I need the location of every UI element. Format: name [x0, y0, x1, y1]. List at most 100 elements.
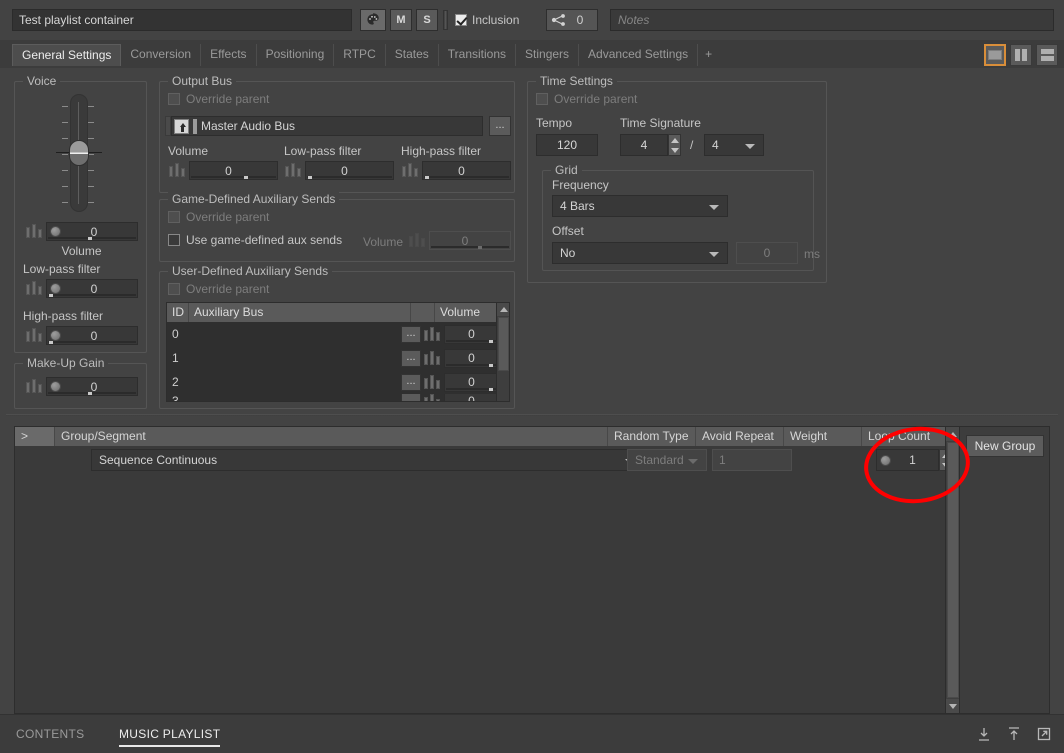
loop-count-field[interactable]: 1	[876, 449, 952, 471]
output-bus-highpass-box[interactable]: 0	[422, 161, 511, 180]
knob-icon[interactable]	[50, 283, 61, 294]
scrollbar-thumb[interactable]	[498, 317, 509, 371]
output-bus-volume-box[interactable]: 0	[189, 161, 278, 180]
mute-button[interactable]: M	[390, 9, 412, 31]
playlist-col-expand[interactable]: >	[15, 427, 55, 446]
loop-count-box[interactable]: 1	[876, 449, 939, 471]
voice-lowpass-box[interactable]: 0	[46, 279, 138, 298]
stepper-up-icon[interactable]	[669, 135, 680, 145]
output-bus-browse-button[interactable]: ...	[489, 116, 511, 136]
output-bus-override-checkbox[interactable]: Override parent	[168, 92, 269, 106]
tab-general-settings[interactable]: General Settings	[12, 44, 122, 66]
tab-effects[interactable]: Effects	[201, 44, 257, 66]
table-row[interactable]: 2 ... 0	[167, 370, 509, 394]
voice-highpass-box[interactable]: 0	[46, 326, 138, 345]
new-group-button[interactable]: New Group	[966, 435, 1044, 457]
table-row[interactable]: 1 ... 0	[167, 346, 509, 370]
inclusion-checkbox[interactable]: Inclusion	[455, 13, 519, 27]
aux-row-browse-button[interactable]: ...	[401, 349, 421, 367]
playlist-col-random-type[interactable]: Random Type	[608, 427, 696, 446]
grid-frequency-select[interactable]: 4 Bars	[552, 195, 728, 217]
aux-row-browse-button[interactable]: ...	[401, 325, 421, 343]
voice-highpass-field[interactable]: 0	[25, 326, 138, 345]
time-signature-numerator-input[interactable]: 4	[620, 134, 668, 156]
scroll-down-icon[interactable]	[946, 699, 960, 713]
playlist-row[interactable]: Sequence Continuous Standard 1 1	[15, 446, 1049, 474]
share-count-box[interactable]: 0	[546, 9, 598, 31]
dock-top-icon[interactable]	[1006, 726, 1022, 742]
time-settings-override-checkbox[interactable]: Override parent	[536, 92, 637, 106]
tab-music-playlist[interactable]: MUSIC PLAYLIST	[119, 727, 221, 747]
output-bus-lowpass-box[interactable]: 0	[305, 161, 394, 180]
col-browse[interactable]	[411, 303, 435, 322]
aux-row-browse-button[interactable]: ...	[401, 394, 421, 401]
knob-icon[interactable]	[880, 454, 891, 466]
scrollbar-thumb[interactable]	[947, 442, 959, 698]
panel-splitter[interactable]	[0, 410, 1064, 420]
tab-transitions[interactable]: Transitions	[438, 44, 517, 66]
palette-icon[interactable]	[360, 9, 386, 31]
voice-volume-slider[interactable]	[48, 94, 108, 212]
playlist-col-avoid-repeat[interactable]: Avoid Repeat	[696, 427, 784, 446]
avoid-repeat-input[interactable]: 1	[712, 449, 792, 471]
user-aux-override-checkbox[interactable]: Override parent	[168, 282, 269, 296]
aux-row-browse-button[interactable]: ...	[401, 373, 421, 391]
col-id[interactable]: ID	[167, 303, 189, 322]
use-game-defined-aux-checkbox[interactable]: Use game-defined aux sends	[168, 233, 342, 247]
game-aux-volume-box[interactable]: 0	[429, 231, 511, 250]
scroll-up-icon[interactable]	[946, 427, 960, 441]
col-auxiliary-bus[interactable]: Auxiliary Bus	[189, 303, 411, 322]
tab-conversion[interactable]: Conversion	[121, 44, 202, 66]
tab-positioning[interactable]: Positioning	[256, 44, 335, 66]
notes-input[interactable]: Notes	[610, 9, 1054, 31]
knob-icon[interactable]	[50, 226, 61, 237]
playlist-col-group-segment[interactable]: Group/Segment	[55, 427, 608, 446]
grid-offset-ms-input[interactable]: 0	[736, 242, 798, 264]
playlist-body[interactable]	[15, 474, 1035, 713]
scroll-up-icon[interactable]	[497, 303, 509, 316]
object-name-input[interactable]: Test playlist container	[12, 9, 352, 31]
group-segment-select[interactable]: Sequence Continuous	[91, 449, 644, 471]
knob-icon[interactable]	[50, 381, 61, 392]
layout-vertical-split-button[interactable]	[1010, 44, 1032, 66]
playlist-col-loop-count[interactable]: Loop Count	[862, 427, 952, 446]
tab-add-button[interactable]: +	[698, 44, 720, 66]
solo-button[interactable]: S	[416, 9, 438, 31]
output-bus-lowpass-field[interactable]: 0	[284, 161, 394, 180]
grid-offset-select[interactable]: No	[552, 242, 728, 264]
col-volume[interactable]: Volume	[435, 303, 498, 322]
random-type-select[interactable]: Standard	[627, 449, 707, 471]
tab-advanced-settings[interactable]: Advanced Settings	[579, 44, 699, 66]
makeup-gain-field[interactable]: 0	[25, 377, 138, 396]
voice-volume-box[interactable]: 0	[46, 222, 138, 241]
voice-lowpass-field[interactable]: 0	[25, 279, 138, 298]
stepper-down-icon[interactable]	[669, 145, 680, 155]
output-bus-field[interactable]: Master Audio Bus	[171, 116, 483, 136]
dock-bottom-icon[interactable]	[976, 726, 992, 742]
tab-stingers[interactable]: Stingers	[516, 44, 580, 66]
weight-value[interactable]	[798, 449, 870, 471]
makeup-gain-box[interactable]: 0	[46, 377, 138, 396]
time-signature-denominator-select[interactable]: 4	[704, 134, 764, 156]
voice-slider-thumb[interactable]	[69, 140, 89, 166]
tab-states[interactable]: States	[385, 44, 439, 66]
voice-volume-field[interactable]: 0	[25, 222, 138, 241]
general-settings-pane: Voice 0 Volume Low-pass filter 0 High-pa…	[0, 68, 1064, 409]
layout-horizontal-split-button[interactable]	[1036, 44, 1058, 66]
playlist-col-weight[interactable]: Weight	[784, 427, 862, 446]
layout-single-button[interactable]	[984, 44, 1006, 66]
time-signature-stepper[interactable]	[668, 134, 681, 156]
table-row[interactable]: 0 ... 0	[167, 322, 509, 346]
tempo-input[interactable]: 120	[536, 134, 598, 156]
tab-contents[interactable]: CONTENTS	[16, 727, 84, 741]
playlist-scrollbar[interactable]	[945, 427, 960, 713]
output-bus-highpass-field[interactable]: 0	[401, 161, 511, 180]
knob-icon[interactable]	[50, 330, 61, 341]
game-aux-volume-field[interactable]: 0	[408, 231, 511, 250]
open-external-icon[interactable]	[1036, 726, 1052, 742]
tab-rtpc[interactable]: RTPC	[334, 44, 386, 66]
user-aux-scrollbar[interactable]	[496, 303, 509, 401]
table-row[interactable]: 3 ... 0	[167, 394, 509, 401]
game-aux-override-checkbox[interactable]: Override parent	[168, 210, 269, 224]
output-bus-volume-field[interactable]: 0	[168, 161, 278, 180]
